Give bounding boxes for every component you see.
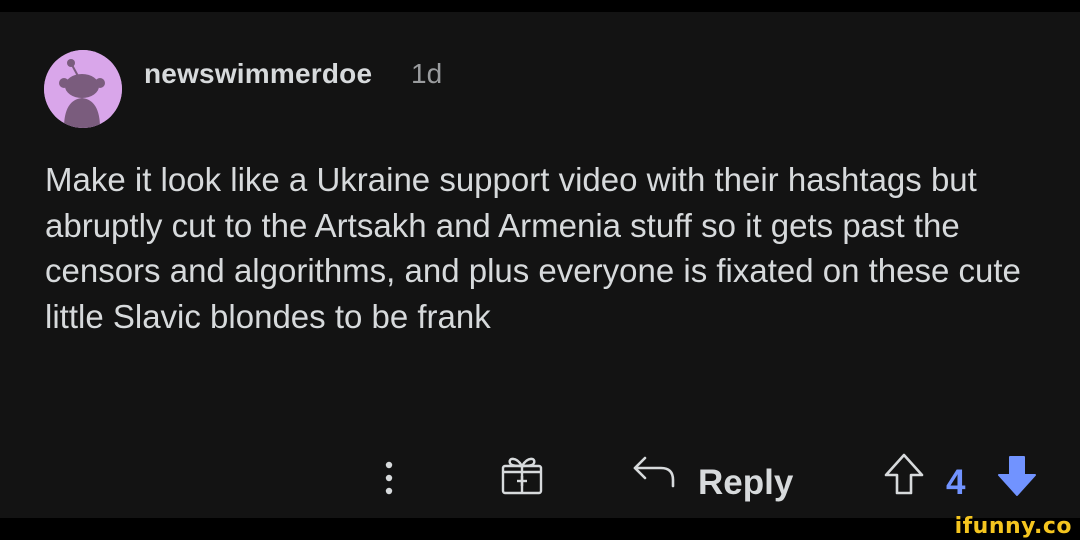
- comment-body: Make it look like a Ukraine support vide…: [45, 161, 1021, 335]
- reply-label: Reply: [698, 463, 794, 502]
- username[interactable]: newswimmerdoe: [144, 58, 372, 90]
- reply-arrow-icon: [633, 456, 675, 488]
- gift-icon[interactable]: [498, 450, 546, 498]
- vote-score: 4: [946, 463, 966, 502]
- comment-age: 1d: [411, 58, 443, 89]
- bottom-bar: [0, 518, 1080, 540]
- avatar[interactable]: [44, 50, 122, 128]
- watermark: ifunny.co: [954, 514, 1072, 539]
- more-vertical-icon[interactable]: [381, 457, 397, 503]
- snoo-avatar-icon: [44, 50, 122, 128]
- top-bar: [0, 0, 1080, 12]
- comment-card: newswimmerdoe 1d Make it look like a Ukr…: [0, 12, 1080, 518]
- downvote-filled-icon[interactable]: [996, 454, 1038, 498]
- upvote-outline-icon[interactable]: [883, 452, 925, 496]
